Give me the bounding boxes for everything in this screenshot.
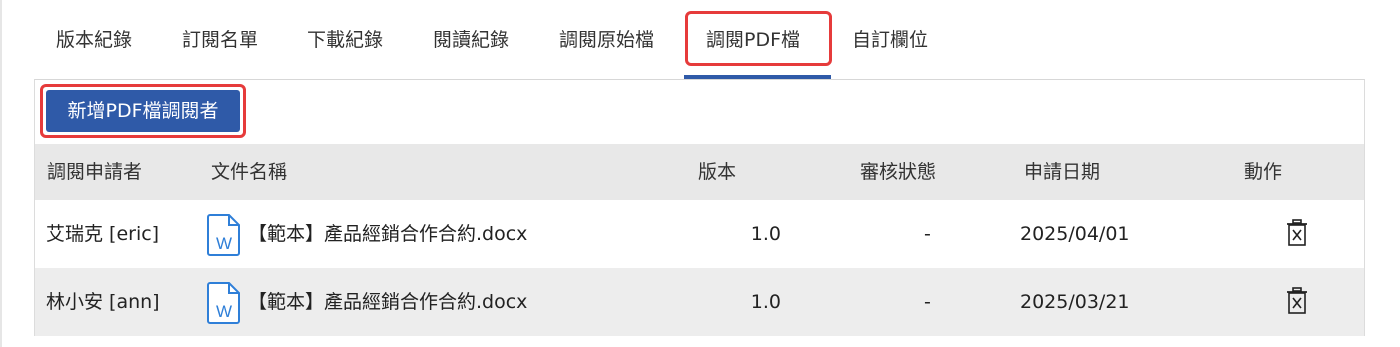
column-actions: 動作 [1244,161,1283,183]
table-row: 艾瑞克 [eric] W 【範本】產品經銷合作合約.docx 1.0 - 202… [35,200,1364,268]
document-name-cell[interactable]: 【範本】產品經銷合作合約.docx [248,200,527,268]
requester-cell: 艾瑞克 [eric] [46,223,160,245]
svg-text:W: W [216,302,232,321]
tab-custom-fields[interactable]: 自訂欄位 [852,0,928,80]
svg-text:W: W [216,234,232,253]
tab-original-file-access[interactable]: 調閱原始檔 [559,0,654,80]
column-requester: 調閱申請者 [47,161,143,183]
document-name-cell[interactable]: 【範本】產品經銷合作合約.docx [248,268,527,336]
tab-version-history[interactable]: 版本紀錄 [56,0,132,80]
column-review-status: 審核狀態 [860,161,937,183]
tab-pdf-access[interactable]: 調閱PDF檔 [706,0,800,80]
tab-reading-records[interactable]: 閱讀紀錄 [433,0,509,80]
requester-cell: 林小安 [ann] [46,291,160,313]
table-row: 林小安 [ann] W 【範本】產品經銷合作合約.docx 1.0 - 2025… [35,268,1364,336]
word-document-icon: W [207,214,240,256]
add-pdf-reader-button[interactable]: 新增PDF檔調閱者 [46,90,240,132]
column-document-name: 文件名稱 [211,161,288,183]
status-cell: - [924,291,931,313]
status-cell: - [924,223,931,245]
tab-subscribers[interactable]: 訂閱名單 [182,0,258,80]
column-version: 版本 [698,161,737,183]
table-header: 調閱申請者 文件名稱 版本 審核狀態 申請日期 動作 [35,144,1364,200]
date-cell: 2025/04/01 [1020,223,1130,245]
version-cell: 1.0 [750,223,781,245]
column-request-date: 申請日期 [1024,161,1101,183]
version-cell: 1.0 [750,291,781,313]
page-left-border [0,0,2,347]
trash-icon[interactable] [1286,219,1308,247]
tab-bar: 版本紀錄 訂閱名單 下載紀錄 閱讀紀錄 調閱原始檔 調閱PDF檔 自訂欄位 [34,0,1364,80]
tab-download-records[interactable]: 下載紀錄 [307,0,383,80]
word-document-icon: W [207,282,240,324]
date-cell: 2025/03/21 [1020,291,1130,313]
trash-icon[interactable] [1286,287,1308,315]
